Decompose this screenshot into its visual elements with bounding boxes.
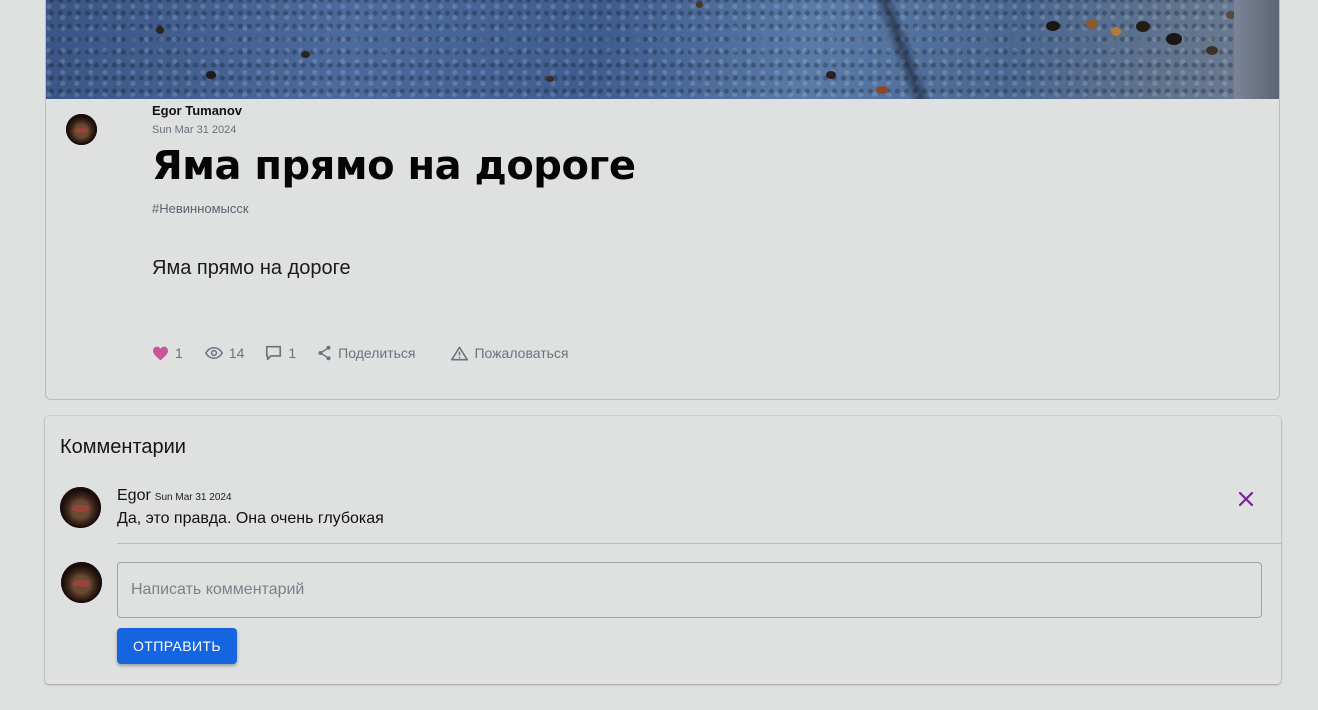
author-avatar[interactable] bbox=[66, 114, 97, 145]
cover-stone bbox=[156, 26, 164, 34]
comment-text: Да, это правда. Она очень глубокая bbox=[117, 510, 384, 527]
comments-button[interactable]: 1 bbox=[265, 345, 296, 361]
report-button[interactable]: Пожаловаться bbox=[451, 345, 569, 361]
post-body: Яма прямо на дороге bbox=[152, 257, 351, 279]
author-name[interactable]: Egor Tumanov bbox=[152, 103, 242, 118]
cover-stone bbox=[826, 71, 836, 79]
cover-stone bbox=[1111, 27, 1121, 36]
cover-stone bbox=[1136, 21, 1150, 32]
report-label: Пожаловаться bbox=[474, 345, 569, 361]
cover-stone bbox=[1206, 46, 1218, 55]
delete-comment-button[interactable] bbox=[1235, 488, 1257, 510]
comment-icon bbox=[266, 345, 282, 361]
comment-divider bbox=[117, 543, 1281, 544]
comment-author-name[interactable]: Egor bbox=[117, 487, 151, 504]
views-count: 14 bbox=[228, 345, 245, 361]
comments-count: 1 bbox=[288, 345, 297, 361]
cover-curb bbox=[1234, 0, 1279, 99]
share-button[interactable]: Поделиться bbox=[317, 345, 415, 361]
share-label: Поделиться bbox=[338, 345, 416, 361]
cover-stone bbox=[1046, 21, 1060, 31]
cover-crack bbox=[866, 0, 936, 99]
post-title: Яма прямо на дороге bbox=[152, 143, 636, 189]
post-date: Sun Mar 31 2024 bbox=[152, 124, 237, 136]
heart-icon bbox=[153, 346, 168, 360]
comment-author: Egor Sun Mar 31 2024 bbox=[117, 487, 232, 505]
cover-stone bbox=[1166, 33, 1182, 45]
cover-stone bbox=[696, 1, 703, 8]
share-icon bbox=[318, 345, 331, 361]
post-tag[interactable]: #Невинномысск bbox=[152, 201, 249, 216]
eye-icon bbox=[204, 347, 223, 359]
cover-stone bbox=[206, 71, 216, 79]
cover-stone bbox=[546, 76, 554, 82]
comment-input[interactable] bbox=[117, 562, 1262, 618]
comment-date: Sun Mar 31 2024 bbox=[154, 492, 232, 503]
like-count: 1 bbox=[175, 345, 183, 361]
cover-stone bbox=[301, 51, 310, 58]
post-cover-image bbox=[46, 0, 1279, 99]
post-card: Egor Tumanov Sun Mar 31 2024 Яма прямо н… bbox=[45, 0, 1280, 400]
warning-icon bbox=[451, 346, 469, 360]
comments-title: Комментарии bbox=[60, 436, 186, 458]
cover-stone bbox=[876, 86, 888, 94]
comment-avatar[interactable] bbox=[60, 487, 101, 528]
current-user-avatar[interactable] bbox=[61, 562, 102, 603]
post-actions: 1 14 1 Поделиться Пожаловаться bbox=[152, 343, 569, 363]
close-icon bbox=[1239, 492, 1253, 506]
cover-stone bbox=[1086, 19, 1098, 29]
comments-card: Комментарии Egor Sun Mar 31 2024 Да, это … bbox=[45, 416, 1281, 684]
views-stat: 14 bbox=[204, 345, 245, 361]
send-comment-button[interactable]: ОТПРАВИТЬ bbox=[117, 628, 237, 664]
like-button[interactable]: 1 bbox=[152, 345, 183, 361]
